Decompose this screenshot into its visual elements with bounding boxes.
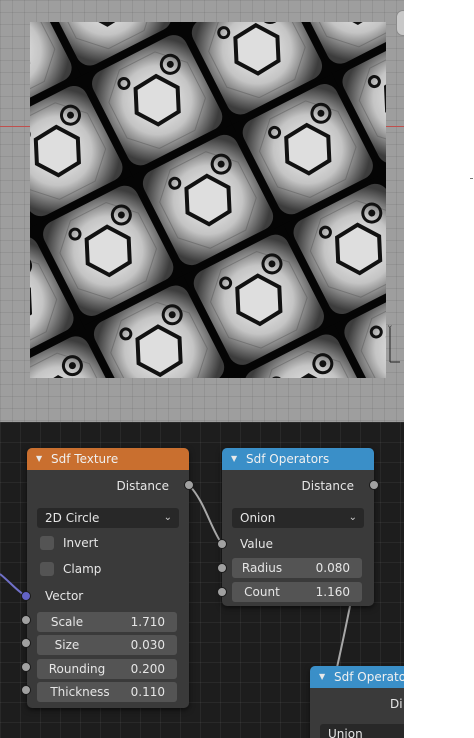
clamp-label: Clamp	[63, 562, 102, 576]
sdf-operators-node-header[interactable]: ▼ Sdf Operators	[222, 448, 374, 470]
scale-input-socket[interactable]	[21, 615, 31, 625]
collapse-arrow-icon[interactable]: ▼	[36, 448, 42, 470]
vector-input-label: Vector	[45, 589, 84, 603]
output-distance-label: Distance	[116, 479, 169, 493]
size-field[interactable]: Size 0.030	[37, 635, 177, 655]
field-label: Size	[54, 638, 80, 652]
sdf-operators-node-2[interactable]: ▼ Sdf Operator Di Union	[310, 666, 404, 738]
link-distance-to-value	[188, 484, 223, 545]
axis-gizmo	[389, 328, 400, 363]
axis-y-label: Y	[388, 325, 392, 332]
texture-mode-value: 2D Circle	[45, 511, 100, 525]
chevron-down-icon: ⌄	[163, 512, 172, 523]
node-editor[interactable]: ▼ Sdf Texture Distance 2D Circle ⌄ Inver…	[0, 422, 404, 738]
field-label: Count	[244, 585, 280, 599]
operation-value: Onion	[240, 511, 276, 525]
node-title: Sdf Operator	[334, 670, 404, 684]
distance-output-socket[interactable]	[184, 480, 194, 490]
collapse-arrow-icon[interactable]: ▼	[319, 666, 325, 688]
image-viewport[interactable]: Y	[0, 0, 404, 422]
margin-mark	[470, 178, 473, 179]
field-value: 0.030	[130, 638, 165, 652]
radius-input-socket[interactable]	[217, 563, 227, 573]
field-label: Scale	[50, 615, 84, 629]
node-title: Sdf Operators	[246, 452, 330, 466]
field-value: 1.160	[315, 585, 350, 599]
collapse-arrow-icon[interactable]: ▼	[231, 448, 237, 470]
blank-margin	[404, 0, 474, 738]
sdf-operators-node[interactable]: ▼ Sdf Operators Distance Onion ⌄ Value R…	[222, 448, 374, 606]
operators-distance-output-socket[interactable]	[369, 480, 379, 490]
field-value: 0.110	[130, 685, 165, 699]
sdf-texture-node[interactable]: ▼ Sdf Texture Distance 2D Circle ⌄ Inver…	[27, 448, 189, 708]
thickness-input-socket[interactable]	[21, 685, 31, 695]
scale-field[interactable]: Scale 1.710	[37, 612, 177, 632]
field-label: Radius	[241, 561, 283, 575]
sdf-texture-preview	[30, 22, 386, 378]
field-label: Rounding	[48, 662, 106, 676]
invert-label: Invert	[63, 536, 99, 550]
rounding-input-socket[interactable]	[21, 662, 31, 672]
viewport-corner-handle[interactable]	[396, 10, 404, 36]
thickness-field[interactable]: Thickness 0.110	[37, 682, 177, 702]
operation-select[interactable]: Onion ⌄	[232, 508, 364, 528]
count-input-socket[interactable]	[217, 587, 227, 597]
field-value: 0.200	[130, 662, 165, 676]
field-value: 1.710	[130, 615, 165, 629]
field-value: 0.080	[315, 561, 350, 575]
chevron-down-icon: ⌄	[348, 512, 357, 523]
node-title: Sdf Texture	[51, 452, 119, 466]
invert-checkbox[interactable]	[40, 536, 54, 550]
count-field[interactable]: Count 1.160	[232, 582, 362, 602]
rounding-field[interactable]: Rounding 0.200	[37, 659, 177, 679]
clamp-checkbox[interactable]	[40, 562, 54, 576]
operation-value: Union	[328, 727, 363, 738]
size-input-socket[interactable]	[21, 638, 31, 648]
output-distance-label: Distance	[301, 479, 354, 493]
field-label: Thickness	[50, 685, 110, 699]
value-input-label: Value	[240, 537, 273, 551]
value-input-socket[interactable]	[217, 539, 227, 549]
output-distance-label: Di	[390, 697, 403, 711]
texture-mode-select[interactable]: 2D Circle ⌄	[37, 508, 179, 528]
vector-input-socket[interactable]	[21, 591, 31, 601]
radius-field[interactable]: Radius 0.080	[232, 558, 362, 578]
sdf-operators-node-2-header[interactable]: ▼ Sdf Operator	[310, 666, 404, 688]
sdf-texture-node-header[interactable]: ▼ Sdf Texture	[27, 448, 189, 470]
operation-select[interactable]: Union	[320, 724, 404, 738]
